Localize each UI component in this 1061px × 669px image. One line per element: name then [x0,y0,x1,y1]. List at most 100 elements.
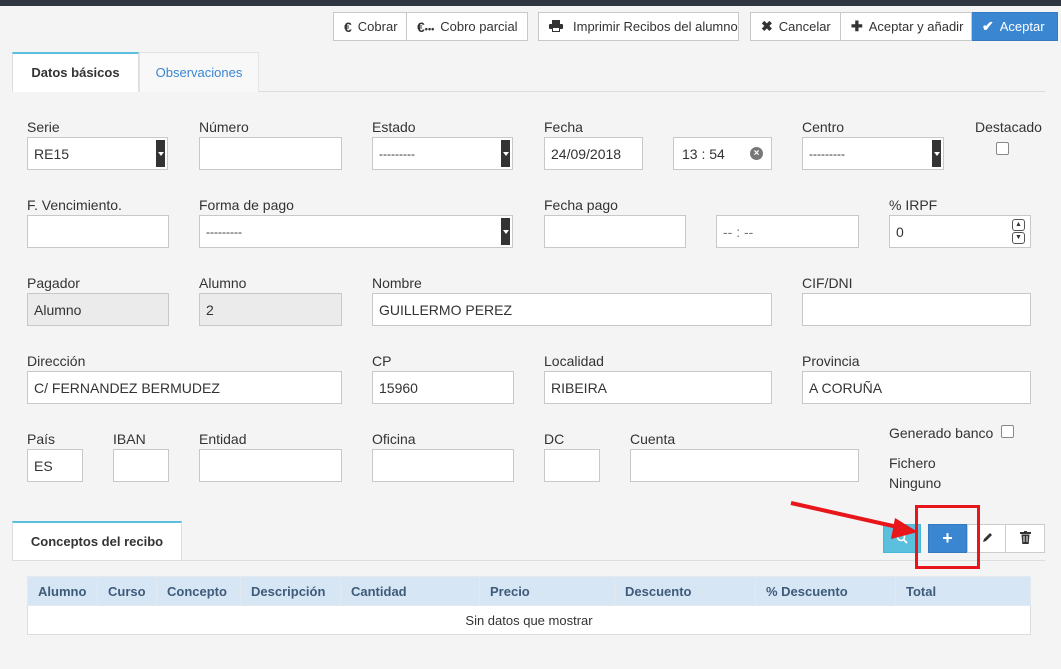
print-button-group: Imprimir Recibos del alumno [538,12,739,41]
spin-up-icon[interactable]: ▲ [1012,219,1025,231]
cif-input[interactable] [802,293,1031,326]
forma-pago-value: --------- [206,224,242,239]
imprimir-recibos-button[interactable]: Imprimir Recibos del alumno [538,12,739,41]
main-tabs: Datos básicos Observaciones [12,52,1045,92]
cp-input[interactable]: 15960 [372,371,514,404]
column-header-alumno[interactable]: Alumno [27,576,98,606]
direccion-label: Dirección [27,353,86,369]
provincia-label: Provincia [802,353,860,369]
serie-select[interactable]: RE15 [27,137,168,170]
cancelar-button[interactable]: ✖ Cancelar [750,12,841,41]
localidad-input[interactable]: RIBEIRA [544,371,772,404]
aceptar-anadir-label: Aceptar y añadir [868,19,964,34]
column-header-concepto[interactable]: Concepto [156,576,241,606]
column-header-precio[interactable]: Precio [479,576,615,606]
entidad-input[interactable] [199,449,342,482]
tab-conceptos-recibo[interactable]: Conceptos del recibo [12,521,182,561]
trash-icon [1019,530,1031,547]
aceptar-label: Aceptar [999,19,1045,34]
irpf-value: 0 [896,223,904,240]
pagador-label: Pagador [27,275,80,291]
column-header-curso[interactable]: Curso [97,576,157,606]
provincia-input[interactable]: A CORUÑA [802,371,1031,404]
column-header-total[interactable]: Total [895,576,1031,606]
section-divider [12,560,1045,561]
estado-label: Estado [372,119,416,135]
table-header-row: Alumno Curso Concepto Descripción Cantid… [27,576,1031,606]
aceptar-button[interactable]: ✔ Aceptar [972,12,1058,41]
destacado-checkbox[interactable] [996,142,1009,155]
irpf-input[interactable]: 0 ▲ ▼ [889,215,1031,248]
search-icon [896,531,908,547]
tab-datos-basicos-label: Datos básicos [31,65,120,80]
centro-label: Centro [802,119,845,135]
cobrar-label: Cobrar [357,19,398,34]
tab-datos-basicos[interactable]: Datos básicos [12,52,139,92]
f-vencimiento-input[interactable] [27,215,169,248]
iban-input[interactable] [113,449,169,482]
numero-input[interactable] [199,137,342,170]
tab-observaciones-label: Observaciones [155,65,243,80]
column-header-descripcion[interactable]: Descripción [240,576,341,606]
generado-banco-checkbox[interactable] [1001,425,1014,438]
nombre-label: Nombre [372,275,422,291]
serie-value: RE15 [34,145,70,162]
clear-icon[interactable]: × [750,147,763,160]
dc-input[interactable] [544,449,600,482]
euro-icon: € [344,18,352,35]
fichero-label: Fichero [889,455,936,471]
column-header-descuento[interactable]: Descuento [614,576,756,606]
fecha-input[interactable]: 24/09/2018 [544,137,643,170]
hora-pago-input[interactable]: -- : -- [716,215,859,248]
fecha-pago-input[interactable] [544,215,686,248]
number-spinner[interactable]: ▲ ▼ [1012,219,1025,244]
hora-value: 13 : 54 [682,145,725,162]
forma-pago-label: Forma de pago [199,197,294,213]
centro-select[interactable]: --------- [802,137,944,170]
dropdown-arrow-icon [932,140,941,167]
direccion-input[interactable]: C/ FERNANDEZ BERMUDEZ [27,371,342,404]
euro-dots-icon: €••• [417,18,435,35]
dropdown-arrow-icon [501,140,510,167]
hora-input[interactable]: 13 : 54 × [673,137,772,170]
estado-select[interactable]: --------- [372,137,513,170]
centro-value: --------- [809,146,845,161]
pais-label: País [27,431,56,447]
delete-concepto-button[interactable] [1006,524,1045,553]
cp-label: CP [372,353,392,369]
close-icon: ✖ [761,18,773,34]
forma-pago-select[interactable]: --------- [199,215,513,248]
annotation-arrow-icon [790,501,918,539]
cuenta-input[interactable] [630,449,859,482]
column-header-porcentaje-descuento[interactable]: % Descuento [755,576,896,606]
fecha-pago-label: Fecha pago [544,197,618,213]
pais-input[interactable]: ES [27,449,83,482]
check-icon: ✔ [982,18,994,34]
pagador-input: Alumno [27,293,169,326]
dropdown-arrow-icon [156,140,165,167]
imprimir-label: Imprimir Recibos del alumno [573,19,738,34]
dc-label: DC [544,431,565,447]
plus-icon: ✚ [851,18,863,34]
spin-down-icon[interactable]: ▼ [1012,232,1025,244]
estado-value: --------- [379,146,415,161]
oficina-input[interactable] [372,449,514,482]
printer-icon [549,19,563,35]
cobrar-button[interactable]: € Cobrar [333,12,407,41]
alumno-input: 2 [199,293,342,326]
localidad-label: Localidad [544,353,604,369]
cobro-button-group: € Cobrar €••• Cobro parcial [333,12,528,41]
cobro-parcial-button[interactable]: €••• Cobro parcial [407,12,528,41]
fecha-label: Fecha [544,119,583,135]
aceptar-anadir-button[interactable]: ✚ Aceptar y añadir [841,12,972,41]
annotation-highlight-box [915,505,980,569]
irpf-label: % IRPF [889,197,938,213]
nombre-input[interactable]: GUILLERMO PEREZ [372,293,772,326]
column-header-cantidad[interactable]: Cantidad [340,576,480,606]
tab-observaciones[interactable]: Observaciones [139,52,259,92]
alumno-label: Alumno [199,275,247,291]
oficina-label: Oficina [372,431,416,447]
table-row: Sin datos que mostrar [27,605,1031,635]
empty-message: Sin datos que mostrar [27,605,1031,635]
serie-label: Serie [27,119,60,135]
